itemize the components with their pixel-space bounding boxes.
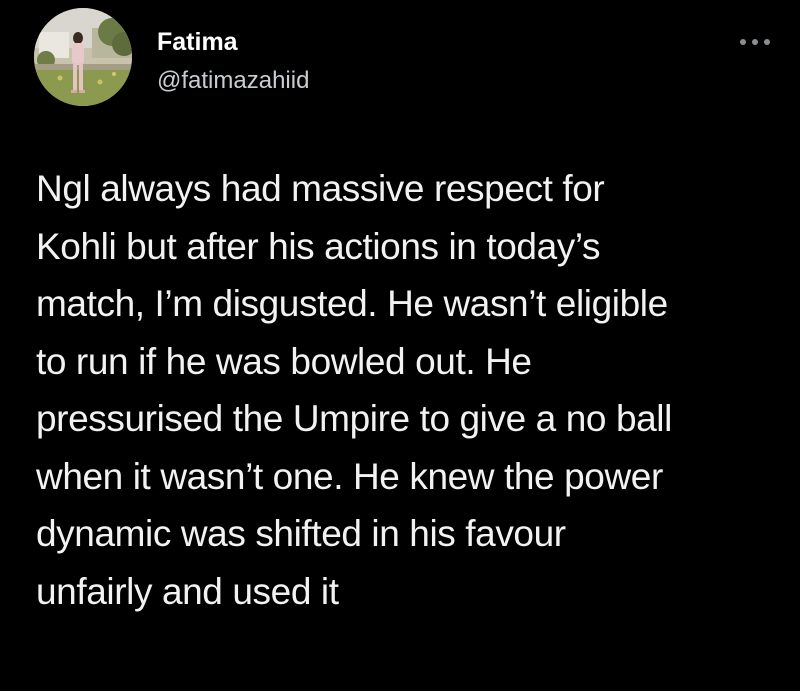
tweet-card: Fatima @fatimazahiid Ngl always had mass… [0,0,800,691]
tweet-text-line: Kohli but after his actions in today’s [36,225,601,267]
tweet-text-line: unfairly and used it [36,570,339,612]
tweet-text-line: when it wasn’t one. He knew the power [36,455,663,497]
tweet-text-line: Ngl always had massive respect for [36,168,605,209]
tweet-text-line: to run if he was bowled out. He [36,340,532,382]
tweet-text-line: match, I’m disgusted. He wasn’t eligible [36,283,668,324]
display-name[interactable]: Fatima [157,27,238,57]
avatar[interactable] [34,8,132,106]
user-handle[interactable]: @fatimazahiid [157,66,309,96]
tweet-text: Ngl always had massive respect for Kohli… [36,160,776,620]
tweet-text-line: pressurised the Umpire to give a no ball [36,398,672,439]
more-options-button[interactable] [735,30,775,54]
more-horizontal-icon [740,39,770,45]
tweet-text-line: dynamic was shifted in his favour [36,513,566,554]
